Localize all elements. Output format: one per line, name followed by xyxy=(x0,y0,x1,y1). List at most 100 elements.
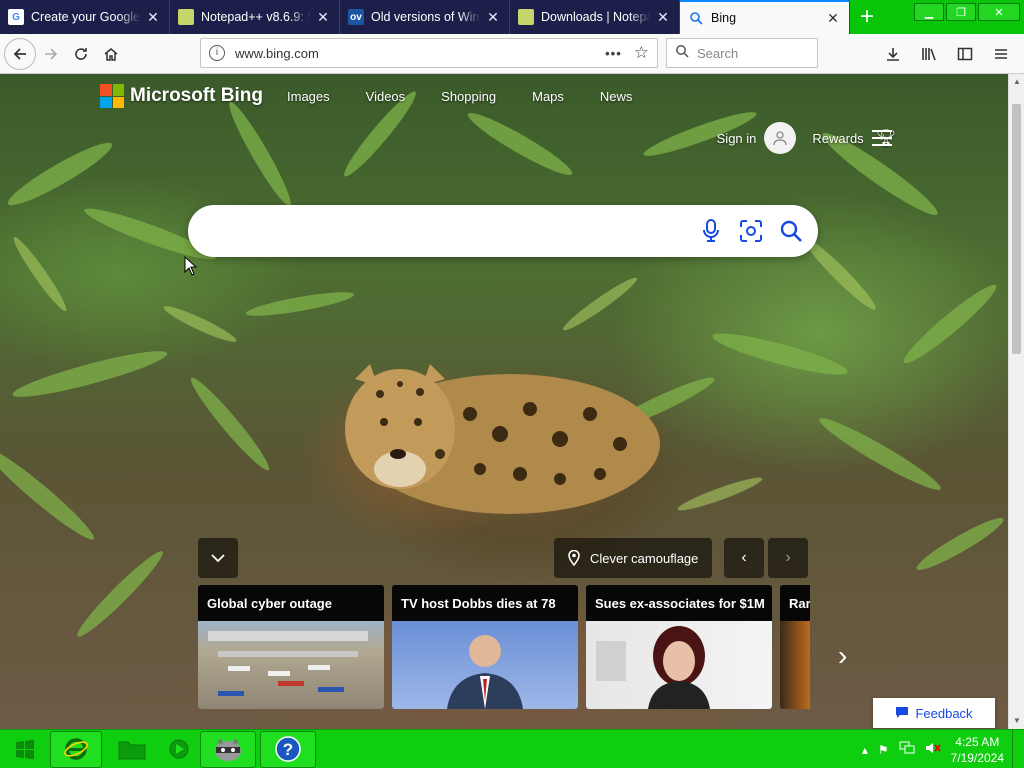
network-icon[interactable] xyxy=(899,741,915,758)
sidebar-button[interactable] xyxy=(950,39,980,69)
download-icon xyxy=(887,48,899,61)
microphone-icon[interactable] xyxy=(698,218,724,244)
scrollbar-thumb[interactable] xyxy=(1012,104,1021,354)
news-carousel: Global cyber outage TV host Dobbs dies a… xyxy=(198,585,810,709)
nav-videos[interactable]: Videos xyxy=(366,89,406,104)
menu-button[interactable] xyxy=(986,39,1016,69)
feedback-button[interactable]: Feedback xyxy=(873,698,995,728)
url-text[interactable]: www.bing.com xyxy=(235,46,605,61)
location-pin-icon xyxy=(568,550,580,566)
reload-button[interactable] xyxy=(66,39,96,69)
next-image-button[interactable]: › xyxy=(768,538,808,578)
arrow-left-icon xyxy=(13,47,26,60)
hamburger-icon xyxy=(995,49,1007,59)
visual-search-icon[interactable] xyxy=(738,218,764,244)
page-actions-icon[interactable]: ••• xyxy=(605,46,622,61)
svg-text:?: ? xyxy=(283,740,293,759)
taskbar: ? ▴ ⚑ 4:25 AM 7/19/2024 xyxy=(0,729,1024,768)
microsoft-logo-icon[interactable] xyxy=(100,84,124,108)
news-headline: Sues ex-associates for $1M xyxy=(586,585,772,621)
clock-time: 4:25 AM xyxy=(955,734,1000,749)
bookmark-star-icon[interactable]: ☆ xyxy=(634,43,649,63)
settings-menu-icon[interactable] xyxy=(872,130,892,151)
library-button[interactable] xyxy=(914,39,944,69)
taskbar-media-player[interactable] xyxy=(162,731,196,768)
previous-image-button[interactable]: ‹ xyxy=(724,538,764,578)
show-hidden-icons-icon[interactable]: ▴ xyxy=(862,743,868,757)
news-card[interactable]: Sues ex-associates for $1M xyxy=(586,585,772,709)
scroll-up-arrow-icon[interactable]: ▲ xyxy=(1009,74,1024,90)
library-icon xyxy=(922,48,936,61)
media-player-icon xyxy=(169,739,189,759)
nav-news[interactable]: News xyxy=(600,89,633,104)
taskbar-help[interactable]: ? xyxy=(260,730,316,768)
internet-explorer-icon xyxy=(64,738,88,760)
clock[interactable]: 4:25 AM 7/19/2024 xyxy=(951,734,1004,766)
news-image xyxy=(780,621,810,709)
image-caption-text: Clever camouflage xyxy=(590,550,699,566)
image-caption-button[interactable]: Clever camouflage xyxy=(554,538,713,578)
nav-images[interactable]: Images xyxy=(287,89,330,104)
clock-date: 7/19/2024 xyxy=(950,750,1004,765)
feedback-label: Feedback xyxy=(915,705,973,721)
bing-search-box[interactable] xyxy=(188,205,818,257)
search-icon[interactable] xyxy=(778,218,804,244)
minimize-button[interactable]: ▁ xyxy=(914,3,944,21)
back-button[interactable] xyxy=(4,37,36,70)
show-desktop-button[interactable] xyxy=(1012,730,1024,768)
close-icon[interactable]: ✕ xyxy=(825,10,841,27)
action-center-flag-icon[interactable]: ⚑ xyxy=(878,743,889,757)
google-icon: G xyxy=(8,9,24,25)
notepad-icon xyxy=(178,9,194,25)
tab-title: Downloads | Notepa xyxy=(541,10,651,24)
window-close-button[interactable]: ✕ xyxy=(978,3,1020,21)
news-card[interactable]: TV host Dobbs dies at 78 xyxy=(392,585,578,709)
restore-button[interactable]: ❐ xyxy=(946,3,976,21)
navigation-toolbar: i www.bing.com ••• ☆ Search xyxy=(0,34,1024,74)
news-next-chevron-icon[interactable]: › xyxy=(838,640,847,672)
news-image-airport xyxy=(198,621,384,709)
tab-bing[interactable]: Bing ✕ xyxy=(680,0,850,34)
bing-homepage: Microsoft Bing Images Videos Shopping Ma… xyxy=(0,74,1008,729)
rewards-link[interactable]: Rewards xyxy=(812,131,863,146)
forward-button[interactable] xyxy=(36,39,66,69)
arrow-right-icon xyxy=(45,47,58,60)
taskbar-internet-explorer[interactable] xyxy=(50,730,102,768)
chevron-right-icon: › xyxy=(785,549,791,566)
tab-notepad-downloads[interactable]: Downloads | Notepa ✕ xyxy=(510,0,680,34)
nav-shopping[interactable]: Shopping xyxy=(441,89,496,104)
close-icon[interactable]: ✕ xyxy=(485,9,501,26)
address-bar[interactable]: i www.bing.com ••• ☆ xyxy=(200,38,658,68)
tab-title: Create your Google A xyxy=(31,10,141,24)
brand-name[interactable]: Microsoft Bing xyxy=(130,85,263,107)
close-icon[interactable]: ✕ xyxy=(655,9,671,26)
start-button[interactable] xyxy=(0,730,50,768)
close-icon[interactable]: ✕ xyxy=(145,9,161,26)
chevron-down-icon xyxy=(211,554,225,563)
ov-icon: ov xyxy=(348,9,364,25)
nav-maps[interactable]: Maps xyxy=(532,89,564,104)
page-scrollbar[interactable]: ▲ ▼ xyxy=(1008,74,1024,729)
file-explorer-icon xyxy=(118,741,146,760)
home-button[interactable] xyxy=(96,39,126,69)
taskbar-raccoon-app[interactable] xyxy=(200,730,256,768)
sign-in-link[interactable]: Sign in xyxy=(717,131,757,146)
bing-top-nav: Images Videos Shopping Maps News xyxy=(287,89,632,104)
news-card[interactable]: Global cyber outage xyxy=(198,585,384,709)
tab-google-account[interactable]: G Create your Google A ✕ xyxy=(0,0,170,34)
system-tray: ▴ ⚑ 4:25 AM 7/19/2024 xyxy=(862,730,1004,768)
close-icon[interactable]: ✕ xyxy=(315,9,331,26)
tab-notepad-release[interactable]: Notepad++ v8.6.9: S ✕ xyxy=(170,0,340,34)
taskbar-file-explorer[interactable] xyxy=(106,731,158,768)
info-icon[interactable]: i xyxy=(209,45,225,61)
new-tab-button[interactable]: + xyxy=(850,0,884,34)
news-card[interactable]: Rar xyxy=(780,585,810,709)
tab-title: Notepad++ v8.6.9: S xyxy=(201,10,311,24)
volume-muted-icon[interactable] xyxy=(925,741,941,758)
scroll-down-arrow-icon[interactable]: ▼ xyxy=(1009,713,1024,729)
search-bar[interactable]: Search xyxy=(666,38,818,68)
user-avatar-icon[interactable] xyxy=(764,122,797,154)
download-button[interactable] xyxy=(878,39,908,69)
tab-old-versions[interactable]: ov Old versions of Wind ✕ xyxy=(340,0,510,34)
collapse-feed-button[interactable] xyxy=(198,538,238,578)
